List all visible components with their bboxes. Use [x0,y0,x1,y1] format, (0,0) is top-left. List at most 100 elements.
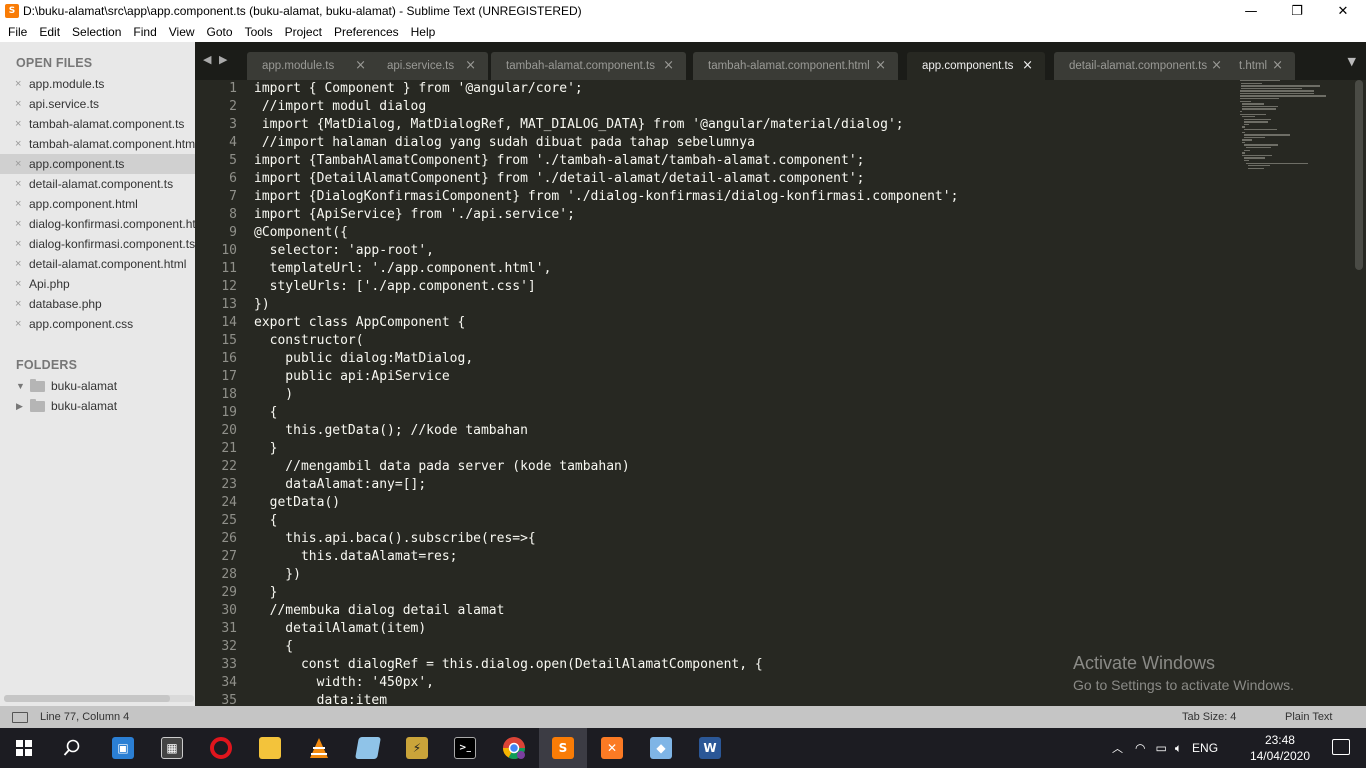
close-icon[interactable]: × [15,154,21,174]
tab-nav-arrows[interactable]: ◀ ▶ [203,53,229,66]
menu-preferences[interactable]: Preferences [328,22,405,42]
close-icon[interactable]: × [355,58,366,73]
code-editor[interactable]: 1 2 3 4 5 6 7 8 9 10 11 12 13 14 15 16 17 18 19 20 21 22 23 24 2… [195,80,1366,706]
close-icon[interactable]: × [15,174,21,194]
code-line[interactable]: selector: 'app-root', [254,242,958,260]
menu-project[interactable]: Project [279,22,328,42]
code-line[interactable]: import {ApiService} from './api.service'… [254,206,958,224]
language-indicator[interactable]: ENG [1192,741,1218,755]
minimap[interactable] [1240,80,1350,240]
volume-icon[interactable]: 🔈︎ [1175,741,1182,756]
close-icon[interactable]: × [15,74,21,94]
menu-find[interactable]: Find [127,22,162,42]
taskbar-terminal[interactable]: >_ [441,728,489,768]
close-icon[interactable]: × [15,294,21,314]
taskbar-word[interactable]: W [686,728,734,768]
taskbar-file-explorer[interactable] [246,728,294,768]
open-file-item[interactable]: × dialog-konfirmasi.component.ts [0,234,195,254]
taskbar-xampp[interactable]: ✕ [588,728,636,768]
code-line[interactable]: templateUrl: './app.component.html', [254,260,958,278]
tab-tambah-alamat-ts[interactable]: tambah-alamat.component.ts × [491,52,686,80]
notifications-icon[interactable] [1332,739,1350,755]
open-file-item[interactable]: × app.component.ts [0,154,195,174]
code-line[interactable]: export class AppComponent { [254,314,958,332]
code-line[interactable]: { [254,638,958,656]
taskbar-winamp[interactable]: ⚡ [393,728,441,768]
code-line[interactable]: }) [254,566,958,584]
code-line[interactable]: public dialog:MatDialog, [254,350,958,368]
close-icon[interactable]: × [875,58,886,73]
minimize-button[interactable]: — [1228,0,1274,22]
taskbar-chrome[interactable] [490,728,538,768]
chevron-right-icon[interactable]: ▶ [16,396,23,416]
menu-tools[interactable]: Tools [239,22,279,42]
open-file-item[interactable]: × tambah-alamat.component.html [0,134,195,154]
tab-app-component-ts[interactable]: app.component.ts × [907,52,1045,80]
menu-file[interactable]: File [2,22,33,42]
code-line[interactable]: getData() [254,494,958,512]
code-line[interactable]: //import modul dialog [254,98,958,116]
chevron-up-icon[interactable]: ︿ [1112,740,1123,756]
code-line[interactable]: this.getData(); //kode tambahan [254,422,958,440]
close-icon[interactable]: × [15,234,21,254]
code-line[interactable]: constructor( [254,332,958,350]
code-line[interactable]: }) [254,296,958,314]
tab-detail-alamat-ts[interactable]: detail-alamat.component.ts × [1054,52,1234,80]
open-file-item[interactable]: × tambah-alamat.component.ts [0,114,195,134]
battery-icon[interactable]: ▭ [1155,741,1166,755]
open-file-item[interactable]: × database.php [0,294,195,314]
code-line[interactable]: dataAlamat:any=[]; [254,476,958,494]
taskbar-video-editor[interactable]: ▦ [148,728,196,768]
open-file-item[interactable]: × app.component.css [0,314,195,334]
panel-toggle-icon[interactable] [12,711,28,723]
open-file-item[interactable]: × api.service.ts [0,94,195,114]
open-file-item[interactable]: × app.module.ts [0,74,195,94]
code-line[interactable]: this.dataAlamat=res; [254,548,958,566]
close-icon[interactable]: × [15,114,21,134]
code-line[interactable]: //membuka dialog detail alamat [254,602,958,620]
open-file-item[interactable]: × app.component.html [0,194,195,214]
close-icon[interactable]: × [1022,58,1033,73]
folder-item[interactable]: ▶ buku-alamat [0,396,195,416]
menu-selection[interactable]: Selection [66,22,127,42]
close-icon[interactable]: × [15,274,21,294]
code-line[interactable]: @Component({ [254,224,958,242]
code-line[interactable]: const dialogRef = this.dialog.open(Detai… [254,656,958,674]
code-line[interactable]: width: '450px', [254,674,958,692]
code-line[interactable]: detailAlamat(item) [254,620,958,638]
close-button[interactable]: ✕ [1320,0,1366,22]
close-icon[interactable]: × [15,314,21,334]
syntax-mode[interactable]: Plain Text [1285,706,1333,728]
code-line[interactable]: } [254,440,958,458]
close-icon[interactable]: × [15,214,21,234]
code-line[interactable]: { [254,404,958,422]
search-button[interactable] [48,728,96,768]
code-line[interactable]: import {MatDialog, MatDialogRef, MAT_DIA… [254,116,958,134]
menu-view[interactable]: View [163,22,201,42]
code-line[interactable]: } [254,584,958,602]
open-file-item[interactable]: × detail-alamat.component.html [0,254,195,274]
folder-item[interactable]: ▼ buku-alamat [0,376,195,396]
menu-goto[interactable]: Goto [201,22,239,42]
close-icon[interactable]: × [15,94,21,114]
menu-edit[interactable]: Edit [33,22,66,42]
close-icon[interactable]: × [663,58,674,73]
vertical-scrollbar[interactable] [1355,80,1363,270]
menu-help[interactable]: Help [405,22,442,42]
tab-app-module[interactable]: app.module.ts × [247,52,378,80]
close-icon[interactable]: × [15,134,21,154]
code-area[interactable]: import { Component } from '@angular/core… [254,80,958,706]
chevron-down-icon[interactable]: ▼ [16,376,25,396]
code-line[interactable]: import {DetailAlamatComponent} from './d… [254,170,958,188]
code-line[interactable]: data:item [254,692,958,706]
code-line[interactable]: import {TambahAlamatComponent} from './t… [254,152,958,170]
tab-size[interactable]: Tab Size: 4 [1182,706,1236,728]
open-file-item[interactable]: × detail-alamat.component.ts [0,174,195,194]
taskbar-sublime[interactable]: S [539,728,587,768]
code-line[interactable]: //mengambil data pada server (kode tamba… [254,458,958,476]
tab-overflow-html[interactable]: t.html × [1225,52,1295,80]
close-icon[interactable]: × [15,194,21,214]
start-button[interactable] [0,728,48,768]
open-file-item[interactable]: × Api.php [0,274,195,294]
code-line[interactable]: //import halaman dialog yang sudah dibua… [254,134,958,152]
